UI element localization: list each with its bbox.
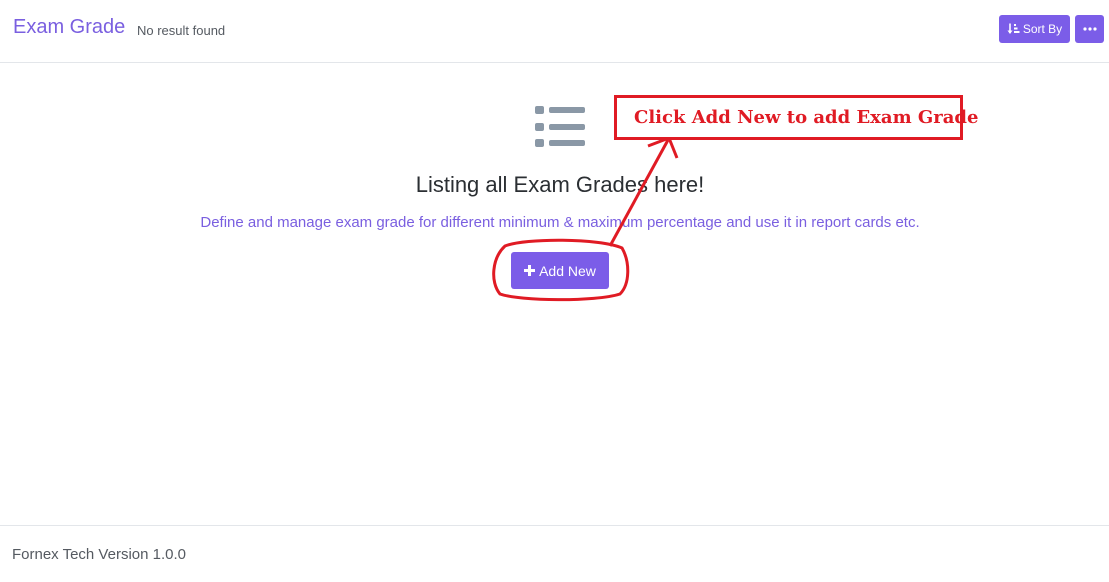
sort-by-button[interactable]: Sort By: [999, 15, 1070, 43]
ellipsis-icon: [1082, 27, 1097, 31]
list-icon: [535, 106, 585, 147]
empty-state-title: Listing all Exam Grades here!: [415, 172, 705, 197]
annotation-callout: Click Add New to add Exam Grade: [614, 95, 978, 140]
page-title: Exam Grade: [13, 16, 126, 38]
more-options-button[interactable]: [1075, 15, 1104, 43]
annotation-overlay: [492, 136, 679, 302]
footer-version-text: Fornex Tech Version 1.0.0: [12, 546, 186, 563]
sort-by-label: Sort By: [1022, 22, 1063, 36]
page-header: Exam Grade No result found Sort By: [0, 0, 1109, 63]
empty-state-description: Define and manage exam grade for differe…: [200, 214, 920, 231]
annotation-text: Click Add New to add Exam Grade: [634, 107, 979, 128]
annotation-arrow-head: [647, 136, 679, 159]
plus-icon: [524, 265, 536, 276]
add-new-label: Add New: [539, 262, 596, 279]
result-count-text: No result found: [137, 23, 226, 38]
page: Exam Grade No result found Sort By Listi…: [0, 0, 1109, 582]
page-footer: Fornex Tech Version 1.0.0: [0, 525, 1109, 582]
sort-amount-down-icon: [1007, 23, 1020, 34]
add-new-button[interactable]: Add New: [511, 252, 609, 289]
